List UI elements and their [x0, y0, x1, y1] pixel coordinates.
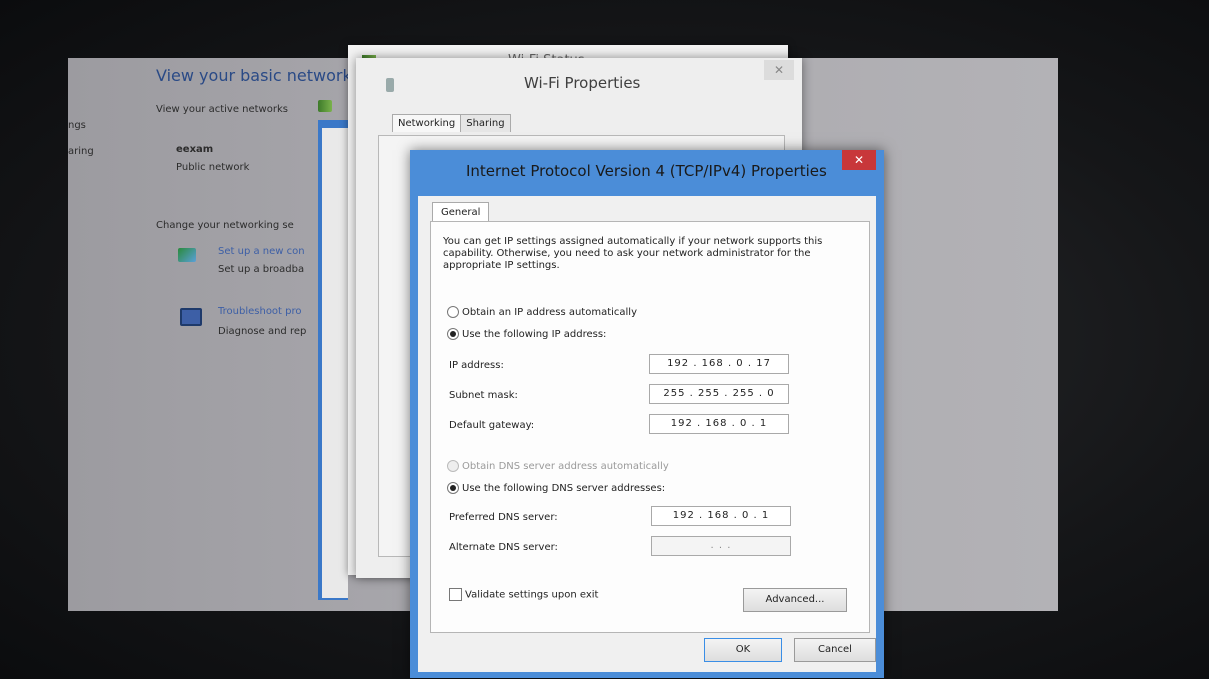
dialog-body: General You can get IP settings assigned…	[418, 196, 876, 672]
default-gateway-label: Default gateway:	[449, 420, 535, 431]
validate-settings-checkbox[interactable]: Validate settings upon exit	[449, 588, 598, 601]
subnet-mask-label: Subnet mask:	[449, 390, 518, 401]
setup-connection-desc: Set up a broadba	[218, 264, 305, 275]
dialog-title: Internet Protocol Version 4 (TCP/IPv4) P…	[466, 162, 827, 180]
sidebar-item-sharing[interactable]: aring	[68, 146, 94, 157]
obtain-dns-auto-label: Obtain DNS server address automatically	[462, 461, 669, 472]
ip-address-field[interactable]: 192 . 168 . 0 . 17	[649, 354, 789, 374]
radio-off-icon	[447, 306, 459, 318]
setup-connection-link[interactable]: Set up a new con	[218, 246, 305, 257]
signal-bars-icon	[318, 100, 332, 112]
ipv4-properties-dialog: Internet Protocol Version 4 (TCP/IPv4) P…	[410, 150, 884, 678]
troubleshoot-icon	[180, 308, 202, 326]
ok-button[interactable]: OK	[704, 638, 782, 662]
description-text: You can get IP settings assigned automat…	[443, 236, 823, 271]
close-button[interactable]: ✕	[842, 150, 876, 170]
adapter-icon	[386, 78, 394, 92]
obtain-ip-auto-radio[interactable]: Obtain an IP address automatically	[447, 306, 637, 318]
troubleshoot-desc: Diagnose and rep	[218, 326, 307, 337]
tab-networking[interactable]: Networking	[392, 114, 462, 132]
troubleshoot-link[interactable]: Troubleshoot pro	[218, 306, 302, 317]
advanced-button[interactable]: Advanced...	[743, 588, 847, 612]
active-networks-label: View your active networks	[156, 104, 288, 115]
sidebar-item-settings[interactable]: ngs	[68, 120, 86, 131]
network-name: eexam	[176, 144, 214, 155]
general-panel: You can get IP settings assigned automat…	[430, 221, 870, 633]
network-setup-icon	[178, 248, 196, 262]
use-following-ip-radio[interactable]: Use the following IP address:	[447, 328, 606, 340]
tab-general[interactable]: General	[432, 202, 490, 222]
alternate-dns-field[interactable]: . . .	[651, 536, 791, 556]
preferred-dns-field[interactable]: 192 . 168 . 0 . 1	[651, 506, 791, 526]
default-gateway-field[interactable]: 192 . 168 . 0 . 1	[649, 414, 789, 434]
subnet-mask-field[interactable]: 255 . 255 . 255 . 0	[649, 384, 789, 404]
obtain-dns-auto-radio[interactable]: Obtain DNS server address automatically	[447, 460, 669, 472]
radio-on-icon	[447, 328, 459, 340]
radio-on-icon	[447, 482, 459, 494]
change-settings-heading: Change your networking se	[156, 220, 294, 231]
close-icon[interactable]: ✕	[764, 60, 794, 80]
network-type: Public network	[176, 162, 250, 173]
ip-address-label: IP address:	[449, 360, 504, 371]
obtain-ip-auto-label: Obtain an IP address automatically	[462, 307, 638, 318]
use-following-ip-label: Use the following IP address:	[462, 329, 607, 340]
validate-settings-label: Validate settings upon exit	[465, 589, 599, 601]
wifi-properties-title: Wi-Fi Properties	[524, 74, 641, 92]
tab-sharing[interactable]: Sharing	[460, 114, 511, 132]
use-following-dns-radio[interactable]: Use the following DNS server addresses:	[447, 482, 665, 494]
page-title: View your basic network i	[156, 66, 362, 85]
background-dialog-edge	[318, 120, 348, 600]
cancel-button[interactable]: Cancel	[794, 638, 876, 662]
preferred-dns-label: Preferred DNS server:	[449, 512, 558, 523]
radio-disabled-icon	[447, 460, 459, 472]
alternate-dns-label: Alternate DNS server:	[449, 542, 558, 553]
checkbox-icon	[449, 588, 462, 601]
use-following-dns-label: Use the following DNS server addresses:	[462, 483, 666, 494]
monitor-screen: View your basic network i View your acti…	[0, 0, 1209, 679]
